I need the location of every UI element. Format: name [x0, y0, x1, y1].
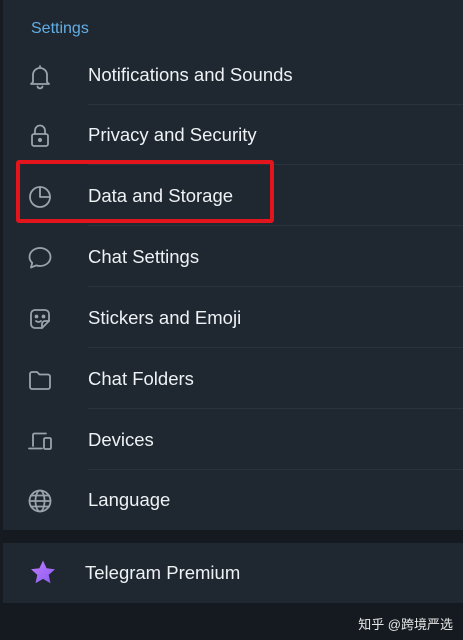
devices-icon [25, 426, 55, 456]
section-title: Settings [31, 20, 89, 37]
settings-item-label: Privacy and Security [88, 124, 257, 145]
pie-chart-icon [25, 182, 55, 212]
sticker-icon [25, 304, 55, 334]
settings-item-label: Data and Storage [88, 185, 234, 206]
watermark: 知乎 @跨境严选 [358, 617, 453, 632]
row-divider [88, 225, 463, 226]
section-gap [3, 530, 463, 544]
settings-screen: Settings Notifications and Sounds Privac… [0, 0, 463, 640]
settings-item-chat-settings[interactable]: Chat Settings [3, 227, 463, 287]
settings-item-label: Language [88, 489, 171, 510]
settings-item-stickers-emoji[interactable]: Stickers and Emoji [3, 288, 463, 348]
settings-item-devices[interactable]: Devices [3, 410, 463, 470]
settings-item-data-storage[interactable]: Data and Storage [3, 166, 463, 226]
row-divider [88, 164, 463, 165]
settings-card: Settings Notifications and Sounds Privac… [3, 0, 463, 530]
star-icon [28, 558, 58, 588]
settings-item-label: Chat Folders [88, 368, 194, 389]
settings-item-label: Stickers and Emoji [88, 307, 242, 328]
folder-icon [25, 365, 55, 395]
settings-item-premium[interactable]: Telegram Premium [3, 543, 463, 603]
settings-item-chat-folders[interactable]: Chat Folders [3, 349, 463, 409]
chat-bubble-icon [25, 243, 55, 273]
settings-item-label: Notifications and Sounds [88, 64, 293, 85]
settings-item-label: Chat Settings [88, 246, 200, 267]
premium-label: Telegram Premium [85, 562, 241, 583]
bell-icon [25, 61, 55, 91]
settings-item-label: Devices [88, 429, 154, 450]
settings-item-language[interactable]: Language [3, 470, 463, 530]
lock-icon [25, 121, 55, 151]
row-divider [88, 286, 463, 287]
globe-icon [25, 486, 55, 516]
row-divider [88, 347, 463, 348]
settings-item-privacy[interactable]: Privacy and Security [3, 105, 463, 165]
row-divider [88, 408, 463, 409]
settings-item-notifications[interactable]: Notifications and Sounds [3, 45, 463, 105]
